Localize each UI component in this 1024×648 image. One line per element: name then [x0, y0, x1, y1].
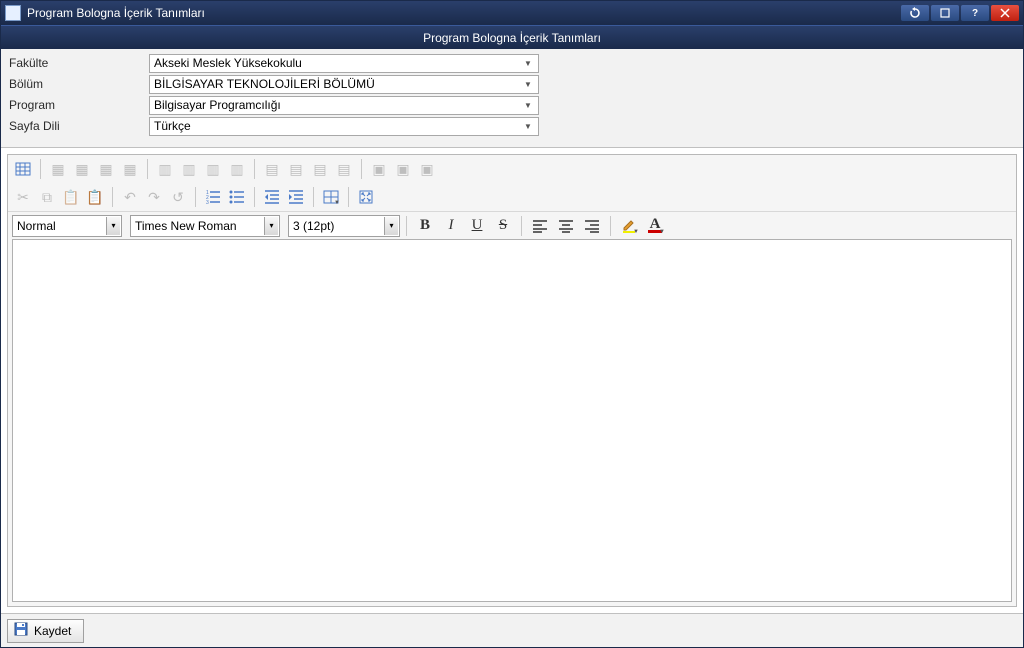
window-controls: ? [901, 5, 1019, 21]
toolbar-edit: ✂ ⧉ 📋 📋 ↶ ↷ ↺ 123 [8, 183, 1016, 211]
copy-icon[interactable]: ⧉ [36, 186, 58, 208]
chevron-down-icon: ▼ [522, 59, 534, 68]
paste-icon[interactable]: 📋 [60, 186, 82, 208]
ordered-list-icon[interactable]: 123 [202, 186, 224, 208]
refresh-button[interactable] [901, 5, 929, 21]
main-window: Program Bologna İçerik Tanımları ? Progr… [0, 0, 1024, 648]
editor-content[interactable] [12, 239, 1012, 602]
underline-button[interactable]: U [465, 215, 489, 237]
paragraph-style-value: Normal [17, 219, 106, 233]
svg-text:3: 3 [206, 200, 209, 205]
toolbar-format: Normal ▾ Times New Roman ▾ 3 (12pt) ▾ B … [8, 211, 1016, 239]
app-icon [5, 5, 21, 21]
redo-icon[interactable]: ↷ [143, 186, 165, 208]
insert-table-icon[interactable] [12, 158, 34, 180]
maximize-button[interactable] [931, 5, 959, 21]
fakulte-value: Akseki Meslek Yüksekokulu [154, 56, 522, 70]
page-subtitle: Program Bologna İçerik Tanımları [1, 25, 1023, 49]
bolum-select[interactable]: BİLGİSAYAR TEKNOLOJİLERİ BÖLÜMÜ ▼ [149, 75, 539, 94]
font-color-button[interactable]: A ▼ [643, 215, 667, 237]
undo-icon[interactable]: ↶ [119, 186, 141, 208]
font-family-value: Times New Roman [135, 219, 264, 233]
rich-editor: ▦ ▦ ▦ ▦ ▥ ▥ ▥ ▥ ▤ ▤ ▤ ▤ ▣ ▣ ▣ ✂ [7, 154, 1017, 607]
insert-row-above-icon[interactable]: ▦ [47, 158, 69, 180]
delete-column-icon[interactable]: ▦ [119, 158, 141, 180]
table-border3-icon[interactable]: ▤ [309, 158, 331, 180]
table-grid-icon[interactable]: ▼ [320, 186, 342, 208]
bolum-value: BİLGİSAYAR TEKNOLOJİLERİ BÖLÜMÜ [154, 77, 522, 91]
table-border2-icon[interactable]: ▤ [285, 158, 307, 180]
close-button[interactable] [991, 5, 1019, 21]
cut-icon[interactable]: ✂ [12, 186, 34, 208]
titlebar: Program Bologna İçerik Tanımları ? [1, 1, 1023, 25]
help-button[interactable]: ? [961, 5, 989, 21]
italic-button[interactable]: I [439, 215, 463, 237]
editor-area: ▦ ▦ ▦ ▦ ▥ ▥ ▥ ▥ ▤ ▤ ▤ ▤ ▣ ▣ ▣ ✂ [1, 148, 1023, 613]
chevron-down-icon: ▾ [384, 217, 398, 235]
filter-form: Fakülte Akseki Meslek Yüksekokulu ▼ Bölü… [1, 49, 1023, 148]
strike-button[interactable]: S [491, 215, 515, 237]
font-size-value: 3 (12pt) [293, 219, 384, 233]
program-select[interactable]: Bilgisayar Programcılığı ▼ [149, 96, 539, 115]
table-misc2-icon[interactable]: ▣ [392, 158, 414, 180]
program-value: Bilgisayar Programcılığı [154, 98, 522, 112]
program-label: Program [9, 98, 149, 112]
dil-label: Sayfa Dili [9, 119, 149, 133]
save-button[interactable]: Kaydet [7, 619, 84, 643]
highlight-color-button[interactable]: ▼ [617, 215, 641, 237]
save-label: Kaydet [34, 624, 71, 638]
font-family-select[interactable]: Times New Roman ▾ [130, 215, 280, 237]
bolum-label: Bölüm [9, 77, 149, 91]
paste-special-icon[interactable]: 📋 [84, 186, 106, 208]
paragraph-style-select[interactable]: Normal ▾ [12, 215, 122, 237]
indent-icon[interactable] [285, 186, 307, 208]
footer-bar: Kaydet [1, 613, 1023, 647]
merge-cells-icon[interactable]: ▥ [202, 158, 224, 180]
bold-button[interactable]: B [413, 215, 437, 237]
insert-col-right-icon[interactable]: ▥ [178, 158, 200, 180]
insert-row-below-icon[interactable]: ▦ [71, 158, 93, 180]
table-misc1-icon[interactable]: ▣ [368, 158, 390, 180]
table-border4-icon[interactable]: ▤ [333, 158, 355, 180]
chevron-down-icon: ▾ [106, 217, 120, 235]
fullscreen-icon[interactable] [355, 186, 377, 208]
toolbar-tables: ▦ ▦ ▦ ▦ ▥ ▥ ▥ ▥ ▤ ▤ ▤ ▤ ▣ ▣ ▣ [8, 155, 1016, 183]
chevron-down-icon: ▾ [264, 217, 278, 235]
align-right-button[interactable] [580, 215, 604, 237]
insert-col-left-icon[interactable]: ▥ [154, 158, 176, 180]
dil-select[interactable]: Türkçe ▼ [149, 117, 539, 136]
table-border-icon[interactable]: ▤ [261, 158, 283, 180]
fakulte-select[interactable]: Akseki Meslek Yüksekokulu ▼ [149, 54, 539, 73]
outdent-icon[interactable] [261, 186, 283, 208]
chevron-down-icon: ▼ [522, 80, 534, 89]
unordered-list-icon[interactable] [226, 186, 248, 208]
delete-row-icon[interactable]: ▦ [95, 158, 117, 180]
font-size-select[interactable]: 3 (12pt) ▾ [288, 215, 400, 237]
disk-icon [14, 622, 28, 639]
window-title: Program Bologna İçerik Tanımları [27, 6, 901, 20]
fakulte-label: Fakülte [9, 56, 149, 70]
table-misc3-icon[interactable]: ▣ [416, 158, 438, 180]
dil-value: Türkçe [154, 119, 522, 133]
chevron-down-icon: ▼ [522, 122, 534, 131]
split-cells-icon[interactable]: ▥ [226, 158, 248, 180]
repeat-icon[interactable]: ↺ [167, 186, 189, 208]
chevron-down-icon: ▼ [522, 101, 534, 110]
align-center-button[interactable] [554, 215, 578, 237]
align-left-button[interactable] [528, 215, 552, 237]
